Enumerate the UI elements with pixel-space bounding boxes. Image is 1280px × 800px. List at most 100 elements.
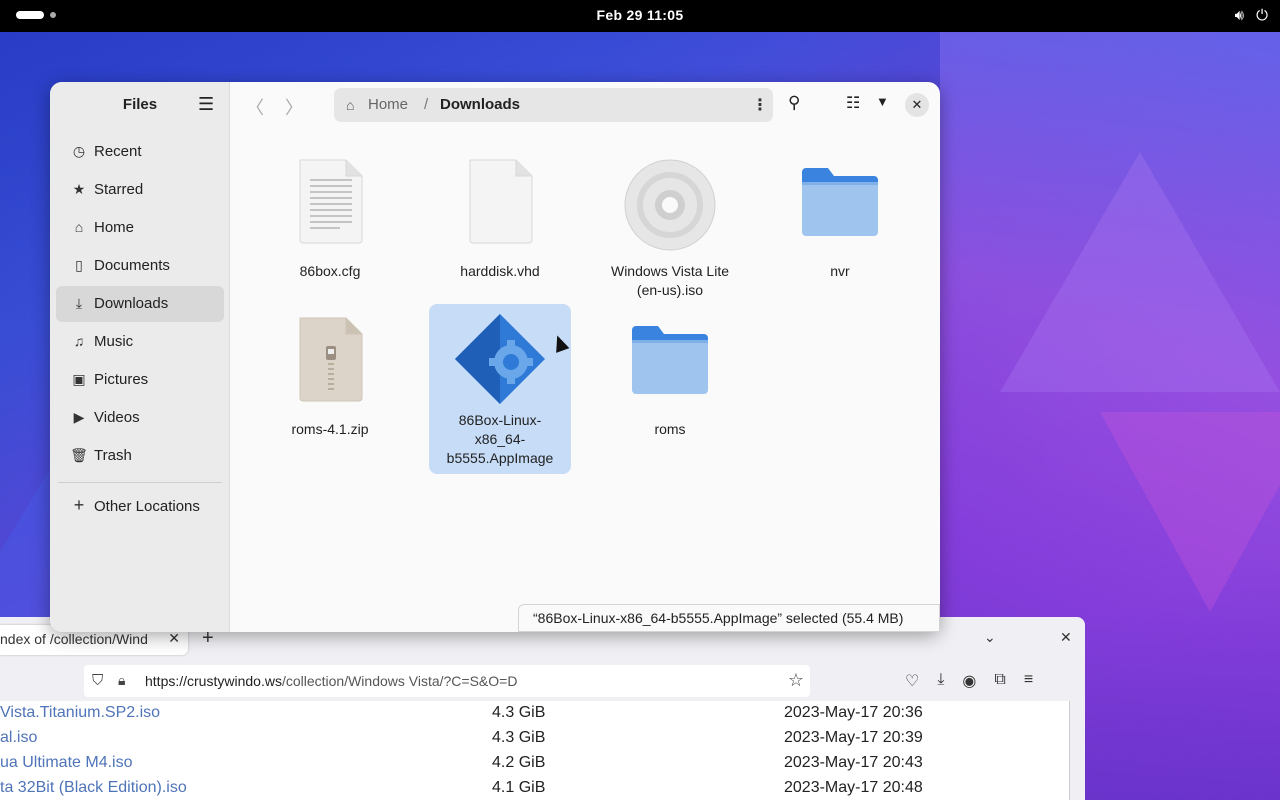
browser-close-icon[interactable]: ✕ bbox=[1060, 629, 1072, 646]
lock-icon[interactable]: 🔒︎ bbox=[118, 672, 125, 689]
menu-icon[interactable]: ≡ bbox=[1024, 671, 1033, 691]
sidebar-item-label: Starred bbox=[94, 181, 144, 198]
nav-bar: ⛉ 🔒︎ https://crustywindo.ws/collection/W… bbox=[0, 661, 1085, 701]
search-icon[interactable]: ⚲ bbox=[788, 93, 800, 113]
scrollbar[interactable] bbox=[1070, 701, 1085, 800]
file-grid: 86box.cfg harddisk.vhd Windows Vista Lit… bbox=[230, 128, 940, 632]
star-icon: ★ bbox=[72, 181, 86, 197]
page-content: Vista.Titanium.SP2.iso 4.3 GiB 2023-May-… bbox=[0, 701, 1070, 800]
forward-arrow-icon[interactable]: 〉 bbox=[285, 94, 303, 120]
music-icon: ♫ bbox=[73, 333, 85, 349]
table-row: Vista.Titanium.SP2.iso 4.3 GiB 2023-May-… bbox=[0, 704, 1070, 729]
tab-list-chevron-icon[interactable]: ⌄ bbox=[984, 629, 996, 646]
chevron-down-icon[interactable]: ▼ bbox=[876, 94, 889, 109]
disc-image-icon bbox=[624, 159, 716, 251]
file-name: roms-4.1.zip bbox=[291, 421, 369, 437]
shield-icon[interactable]: ⛉ bbox=[92, 672, 103, 689]
close-icon[interactable]: ✕ bbox=[905, 93, 929, 117]
file-link[interactable]: Vista.Titanium.SP2.iso bbox=[0, 704, 160, 722]
trash-icon: 🗑︎ bbox=[70, 447, 88, 463]
sidebar-item-label: Home bbox=[94, 219, 135, 236]
file-date: 2023-May-17 20:43 bbox=[784, 754, 923, 771]
sidebar-item-home[interactable]: ⌂ Home bbox=[56, 210, 224, 246]
tab-title: ndex of /collection/Wind bbox=[0, 631, 148, 647]
appimage-icon bbox=[455, 314, 545, 404]
path-bar[interactable]: ⌂ Home / Downloads ⋮ bbox=[334, 88, 773, 122]
file-link[interactable]: ua Ultimate M4.iso bbox=[0, 754, 133, 772]
breadcrumb-separator: / bbox=[424, 96, 429, 113]
sidebar-item-trash[interactable]: 🗑︎ Trash bbox=[56, 438, 224, 474]
url-bar[interactable]: ⛉ 🔒︎ https://crustywindo.ws/collection/W… bbox=[84, 665, 810, 697]
video-icon: ▶ bbox=[73, 409, 85, 425]
folder-item[interactable]: roms bbox=[599, 292, 741, 442]
file-item[interactable]: roms-4.1.zip bbox=[259, 292, 401, 442]
sidebar-item-starred[interactable]: ★ Starred bbox=[56, 172, 224, 208]
file-name: 86box.cfg bbox=[299, 263, 361, 279]
system-menu[interactable]: 🔊︎ ⏻ bbox=[1235, 7, 1268, 24]
breadcrumb-home[interactable]: Home bbox=[368, 96, 408, 113]
clock-icon: ◷ bbox=[72, 143, 86, 159]
sidebar-item-label: Music bbox=[94, 333, 134, 350]
table-row: al.iso 4.3 GiB 2023-May-17 20:39 bbox=[0, 729, 1070, 754]
document-icon: ▯ bbox=[75, 257, 83, 273]
file-link[interactable]: ta 32Bit (Black Edition).iso bbox=[0, 779, 187, 797]
sidebar-item-label: Documents bbox=[94, 257, 170, 274]
pocket-icon[interactable]: ♡ bbox=[905, 671, 919, 691]
home-icon: ⌂ bbox=[74, 219, 84, 235]
file-size: 4.3 GiB bbox=[492, 704, 546, 721]
files-window: Files ☰ ◷ Recent ★ Starred ⌂ Home ▯ Docu… bbox=[50, 82, 940, 632]
clock[interactable]: Feb 29 11:05 bbox=[0, 7, 1280, 23]
selection-status: “86Box-Linux-x86_64-b5555.AppImage” sele… bbox=[518, 604, 940, 632]
sidebar-item-label: Other Locations bbox=[94, 498, 200, 515]
list-view-icon[interactable]: ☷ bbox=[846, 93, 860, 113]
downloads-icon[interactable]: ⤓ bbox=[937, 671, 944, 691]
file-name: harddisk.vhd bbox=[460, 263, 540, 279]
sidebar-item-recent[interactable]: ◷ Recent bbox=[56, 134, 224, 170]
sidebar-item-label: Pictures bbox=[94, 371, 149, 388]
file-item[interactable]: Windows Vista Lite (en-us).iso bbox=[599, 134, 741, 304]
sidebar-item-videos[interactable]: ▶ Videos bbox=[56, 400, 224, 436]
sidebar-item-label: Downloads bbox=[94, 295, 169, 312]
kebab-menu-icon[interactable]: ⋮ bbox=[752, 95, 768, 115]
file-size: 4.1 GiB bbox=[492, 779, 546, 796]
file-name: 86Box-Linux-x86_64- b5555.AppImage bbox=[446, 412, 554, 466]
table-row: ta 32Bit (Black Edition).iso 4.1 GiB 202… bbox=[0, 779, 1070, 800]
url-path: /collection/Windows Vista/?C=S&O=D bbox=[281, 673, 518, 689]
back-arrow-icon[interactable]: 〈 bbox=[246, 94, 264, 120]
file-date: 2023-May-17 20:48 bbox=[784, 779, 923, 796]
sidebar-item-documents[interactable]: ▯ Documents bbox=[56, 248, 224, 284]
file-link[interactable]: al.iso bbox=[0, 729, 37, 747]
file-item[interactable]: harddisk.vhd bbox=[429, 134, 571, 284]
sidebar: Files ☰ ◷ Recent ★ Starred ⌂ Home ▯ Docu… bbox=[50, 82, 230, 632]
blank-file-icon bbox=[469, 159, 533, 244]
top-bar: Feb 29 11:05 🔊︎ ⏻ bbox=[0, 0, 1280, 32]
folder-icon bbox=[802, 168, 878, 236]
sidebar-item-other-locations[interactable]: + Other Locations bbox=[56, 489, 224, 525]
table-row: ua Ultimate M4.iso 4.2 GiB 2023-May-17 2… bbox=[0, 754, 1070, 779]
picture-icon: ▣ bbox=[72, 371, 86, 387]
header-bar: 〈 〉 ⌂ Home / Downloads ⋮ ⚲ ☷ ▼ ✕ bbox=[230, 82, 940, 128]
download-icon: ⤓ bbox=[75, 295, 83, 311]
sidebar-item-music[interactable]: ♫ Music bbox=[56, 324, 224, 360]
toolbar-icons: ♡ ⤓ ◉ ⧉ ≡ bbox=[905, 671, 1033, 691]
url-text[interactable]: https://crustywindo.ws/collection/Window… bbox=[145, 673, 517, 689]
bookmark-star-icon[interactable]: ☆ bbox=[788, 670, 804, 691]
sidebar-divider bbox=[58, 482, 222, 483]
file-date: 2023-May-17 20:36 bbox=[784, 704, 923, 721]
account-icon[interactable]: ◉ bbox=[962, 671, 976, 691]
breadcrumb-current[interactable]: Downloads bbox=[440, 96, 520, 113]
sidebar-item-label: Recent bbox=[94, 143, 142, 160]
file-item-selected[interactable]: 86Box-Linux-x86_64- b5555.AppImage bbox=[429, 304, 571, 474]
hamburger-menu-icon[interactable]: ☰ bbox=[198, 94, 214, 115]
sidebar-item-pictures[interactable]: ▣ Pictures bbox=[56, 362, 224, 398]
folder-item[interactable]: nvr bbox=[769, 134, 911, 284]
text-file-icon bbox=[299, 159, 363, 244]
sidebar-item-label: Videos bbox=[94, 409, 140, 426]
sidebar-item-downloads[interactable]: ⤓ Downloads bbox=[56, 286, 224, 322]
url-host: https://crustywindo.ws bbox=[145, 673, 282, 689]
file-item[interactable]: 86box.cfg bbox=[259, 134, 401, 284]
extensions-icon[interactable]: ⧉ bbox=[994, 671, 1005, 691]
tab-close-icon[interactable]: ✕ bbox=[168, 630, 180, 647]
zip-archive-icon bbox=[299, 317, 363, 402]
sidebar-item-label: Trash bbox=[94, 447, 132, 464]
